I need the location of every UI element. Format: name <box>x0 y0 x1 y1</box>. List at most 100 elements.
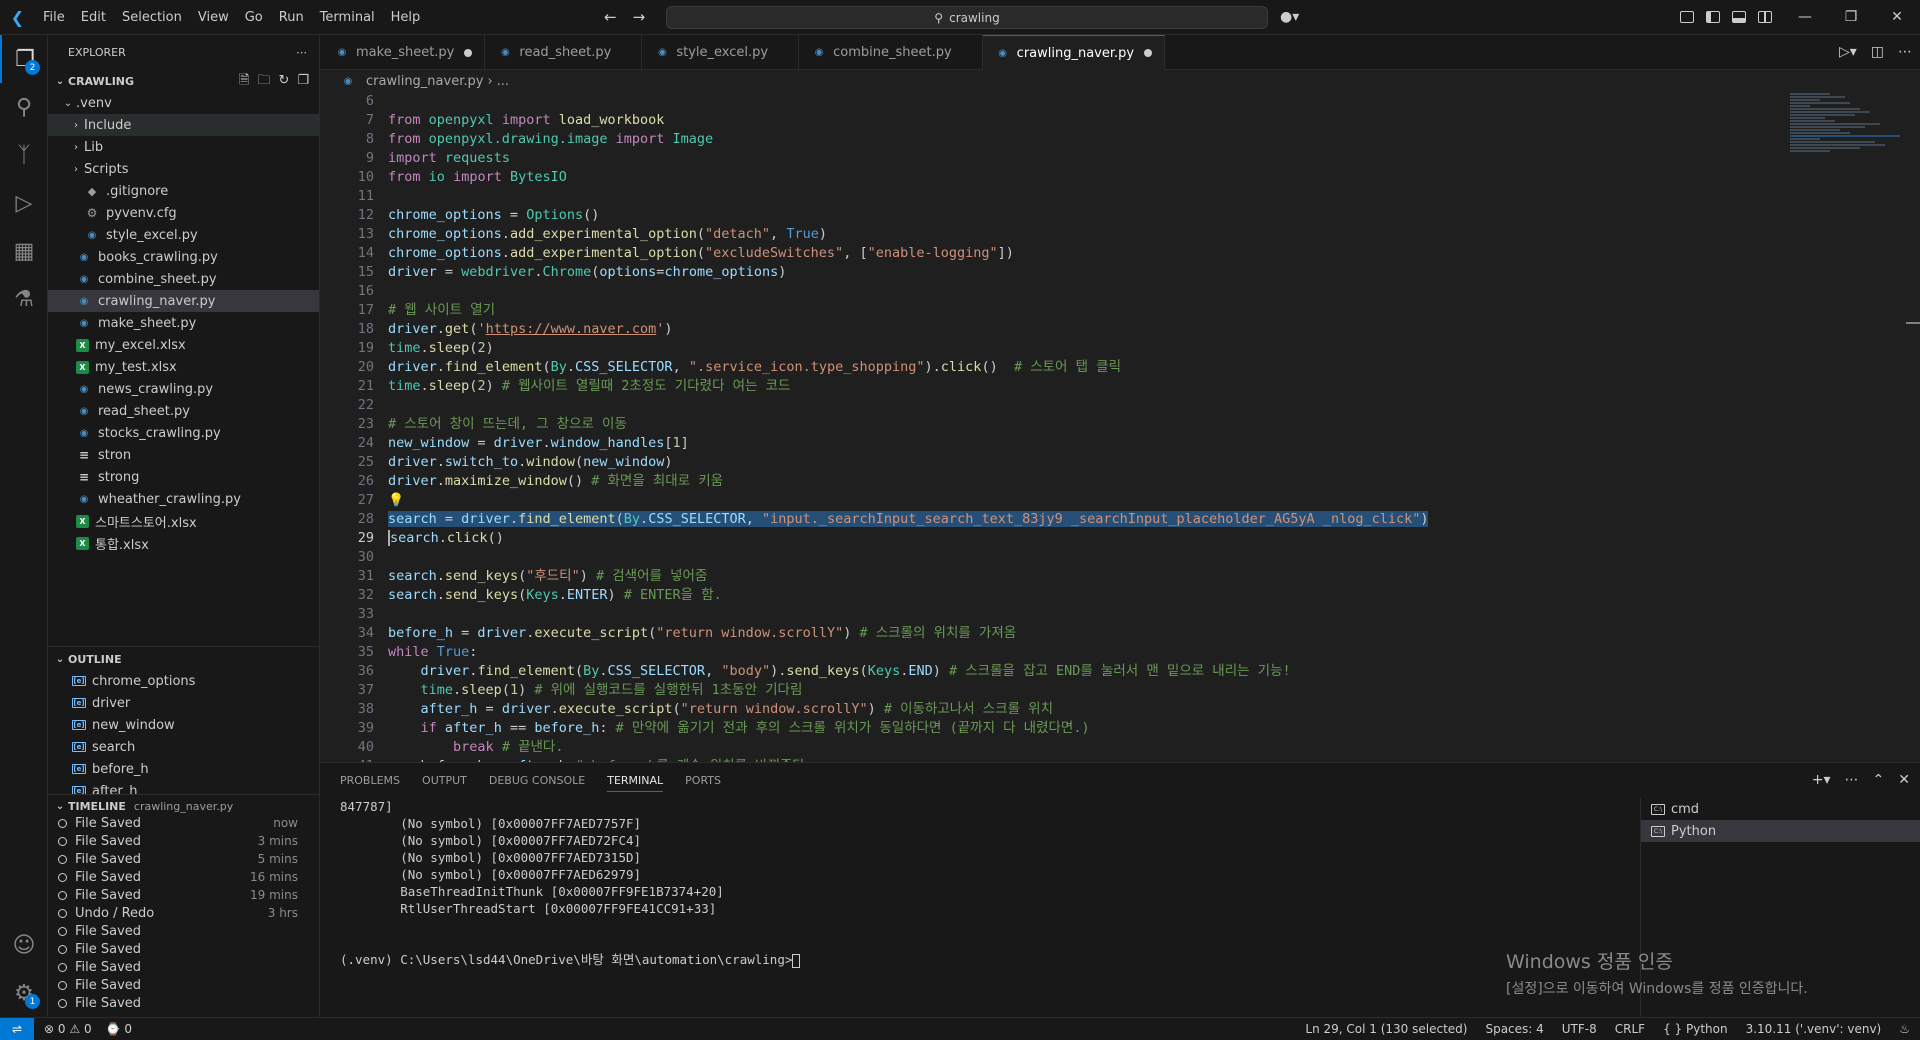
tree-item[interactable]: › Scripts <box>48 158 319 180</box>
restore-icon[interactable]: ❐ <box>1828 0 1874 35</box>
more-actions-icon[interactable]: ⋯ <box>1898 35 1912 70</box>
tree-item[interactable]: › Include <box>48 114 319 136</box>
tree-item[interactable]: ◉ crawling_naver.py <box>48 290 319 312</box>
back-arrow-icon[interactable]: ← <box>604 0 617 35</box>
breadcrumb-file[interactable]: crawling_naver.py <box>366 74 483 89</box>
scrollbar-thumb[interactable] <box>1906 322 1920 324</box>
tab-read_sheet-py[interactable]: ◉ read_sheet.py <box>485 35 643 70</box>
breadcrumb-symbol[interactable]: ... <box>497 74 509 89</box>
run-debug-icon[interactable]: ▷ <box>0 179 48 227</box>
tab-debug-console[interactable]: DEBUG CONSOLE <box>489 774 585 787</box>
code-editor[interactable]: 6 7 8 9 10 11 12 13 14 15 16 17 18 19 20 21 22 23 24 25 26 27… <box>320 92 1920 762</box>
refresh-icon[interactable]: ↻ <box>278 70 289 92</box>
menu-view[interactable]: View <box>190 0 237 35</box>
copilot-icon[interactable]: ●▾ <box>1280 0 1299 35</box>
close-panel-icon[interactable]: ✕ <box>1898 763 1910 798</box>
new-file-icon[interactable]: 🗎 <box>239 70 249 92</box>
outline-item[interactable]: [e] before_h <box>48 758 319 780</box>
tree-item[interactable]: ◉ books_crawling.py <box>48 246 319 268</box>
notifications-bell-icon[interactable]: ♨ <box>1899 1018 1910 1040</box>
tree-item[interactable]: ◉ stocks_crawling.py <box>48 422 319 444</box>
tab-output[interactable]: OUTPUT <box>422 774 467 787</box>
terminal-item-cmd[interactable]: C:\ cmd <box>1641 798 1920 820</box>
more-actions-icon[interactable]: ⋯ <box>296 46 307 59</box>
forward-arrow-icon[interactable]: → <box>633 0 646 35</box>
extensions-icon[interactable]: ▦ <box>0 227 48 275</box>
remote-indicator-icon[interactable]: ⇌ <box>0 1017 34 1040</box>
cursor-position[interactable]: Ln 29, Col 1 (130 selected) <box>1305 1018 1467 1040</box>
minimize-icon[interactable]: — <box>1782 0 1828 35</box>
close-icon[interactable]: ✕ <box>1874 0 1920 35</box>
tab-make_sheet-py[interactable]: ◉ make_sheet.py <box>320 35 486 70</box>
timeline-item[interactable]: Undo / Redo 3 hrs <box>48 904 319 922</box>
outline-header[interactable]: ⌄ OUTLINE <box>48 648 319 670</box>
minimap[interactable] <box>1790 92 1910 192</box>
run-python-file-icon[interactable]: ▷▾ <box>1839 35 1857 70</box>
encoding[interactable]: UTF-8 <box>1562 1018 1597 1040</box>
lightbulb-icon[interactable]: 💡 <box>388 493 404 508</box>
toggle-panel-icon[interactable] <box>1732 11 1746 23</box>
menu-edit[interactable]: Edit <box>73 0 114 35</box>
tab-style_excel-py[interactable]: ◉ style_excel.py <box>642 35 800 70</box>
timeline-item[interactable]: File Saved 3 mins <box>48 832 319 850</box>
menu-selection[interactable]: Selection <box>114 0 190 35</box>
timeline-item[interactable]: File Saved 19 mins <box>48 886 319 904</box>
outline-item[interactable]: [e] chrome_options <box>48 670 319 692</box>
manage-gear-icon[interactable]: ⚙ 1 <box>0 969 48 1017</box>
timeline-item[interactable]: File Saved now <box>48 814 319 832</box>
new-terminal-icon[interactable]: +▾ <box>1812 763 1831 798</box>
timeline-item[interactable]: File Saved <box>48 940 319 958</box>
ports-status[interactable]: ⌚ 0 <box>106 1022 132 1036</box>
menu-file[interactable]: File <box>35 0 73 35</box>
more-actions-icon[interactable]: ⋯ <box>1845 763 1859 798</box>
search-view-icon[interactable]: ⚲ <box>0 83 48 131</box>
toggle-primary-sidebar-icon[interactable] <box>1706 11 1720 23</box>
tree-item[interactable]: › Lib <box>48 136 319 158</box>
tree-item[interactable]: ◉ make_sheet.py <box>48 312 319 334</box>
testing-icon[interactable]: ⚗ <box>0 275 48 323</box>
problems-status[interactable]: ⊗ 0 ⚠ 0 <box>44 1022 92 1036</box>
terminal-output[interactable]: 847787] (No symbol) [0x00007FF7AED7757F]… <box>340 798 1640 1013</box>
python-interpreter[interactable]: 3.10.11 ('.venv': venv) <box>1746 1018 1882 1040</box>
customize-layout-icon[interactable] <box>1680 11 1694 23</box>
split-editor-icon[interactable]: ◫ <box>1871 35 1884 70</box>
menu-help[interactable]: Help <box>383 0 429 35</box>
outline-item[interactable]: [e] driver <box>48 692 319 714</box>
tree-item[interactable]: ⌄ .venv <box>48 92 319 114</box>
terminal-item-python[interactable]: C:\ Python <box>1641 820 1920 842</box>
tab-problems[interactable]: PROBLEMS <box>340 774 400 787</box>
accounts-icon[interactable]: ☺ <box>0 921 48 969</box>
tree-item[interactable]: Xmy_test.xlsx <box>48 356 319 378</box>
tree-item[interactable]: ◉ style_excel.py <box>48 224 319 246</box>
timeline-item[interactable]: File Saved <box>48 994 319 1012</box>
tree-item[interactable]: X 스마트스토어.xlsx <box>48 510 319 532</box>
outline-item[interactable]: [e] search <box>48 736 319 758</box>
tree-item[interactable]: X 통합.xlsx <box>48 532 319 554</box>
timeline-item[interactable]: File Saved 16 mins <box>48 868 319 886</box>
new-folder-icon[interactable]: 🗀 <box>257 70 270 92</box>
tab-terminal[interactable]: TERMINAL <box>607 774 664 792</box>
maximize-panel-icon[interactable]: ⌃ <box>1873 763 1885 798</box>
modified-dot-icon[interactable] <box>464 48 473 57</box>
collapse-all-icon[interactable]: ❐ <box>297 70 309 92</box>
tree-item[interactable]: ≡ stron <box>48 444 319 466</box>
menu-terminal[interactable]: Terminal <box>312 0 383 35</box>
tab-combine_sheet-py[interactable]: ◉ combine_sheet.py <box>799 35 983 70</box>
end-of-line[interactable]: CRLF <box>1615 1018 1645 1040</box>
indentation[interactable]: Spaces: 4 <box>1485 1018 1543 1040</box>
menu-go[interactable]: Go <box>237 0 271 35</box>
tree-item[interactable]: ◉ combine_sheet.py <box>48 268 319 290</box>
modified-dot-icon[interactable] <box>1144 49 1153 57</box>
code-content[interactable]: from openpyxl import load_workbook from … <box>388 92 1688 762</box>
tree-item[interactable]: Xmy_excel.xlsx <box>48 334 319 356</box>
tree-item[interactable]: ⚙ pyvenv.cfg <box>48 202 319 224</box>
tree-item[interactable]: ◉ read_sheet.py <box>48 400 319 422</box>
explorer-icon[interactable]: ❐ 2 <box>0 35 48 83</box>
menu-run[interactable]: Run <box>271 0 312 35</box>
timeline-item[interactable]: File Saved <box>48 958 319 976</box>
language-mode[interactable]: { } Python <box>1663 1018 1728 1040</box>
tab-ports[interactable]: PORTS <box>685 774 721 787</box>
source-control-icon[interactable]: ᛉ <box>0 131 48 179</box>
timeline-item[interactable]: File Saved <box>48 922 319 940</box>
command-center-search[interactable]: ⚲ crawling <box>666 6 1268 29</box>
